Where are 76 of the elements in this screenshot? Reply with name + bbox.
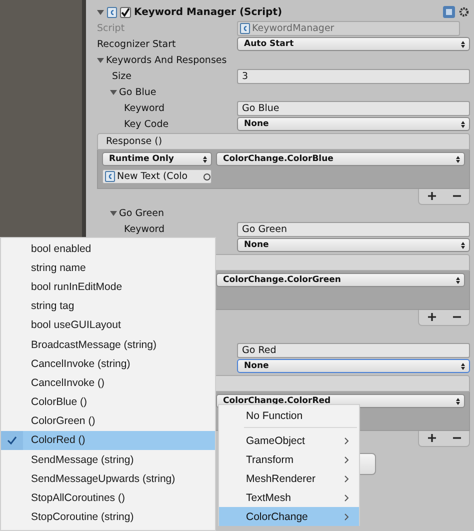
- menu-item[interactable]: CancelInvoke (string): [1, 354, 215, 374]
- chevron-right-icon: [344, 456, 349, 464]
- dropdown-arrows-icon: [461, 242, 465, 248]
- dropdown[interactable]: Auto Start: [237, 37, 470, 51]
- plus-icon: [428, 313, 436, 322]
- dropdown[interactable]: None: [237, 238, 470, 252]
- chevron-right-icon: [344, 436, 349, 444]
- function-dropdown[interactable]: ColorChange.ColorGreen: [216, 273, 465, 288]
- menu-item[interactable]: StopAllCoroutines (): [1, 488, 215, 508]
- expanded-triangle-icon[interactable]: [97, 8, 104, 16]
- field-label: Recognizer Start: [97, 38, 177, 50]
- section-label: Keywords And Responses: [106, 54, 227, 66]
- add-button[interactable]: [426, 311, 438, 324]
- text-field[interactable]: Go Green: [237, 222, 470, 236]
- field-label: Keyword: [124, 224, 166, 234]
- menu-item[interactable]: StopCoroutine (string): [1, 508, 215, 527]
- menu-item[interactable]: BroadcastMessage (string): [1, 334, 215, 354]
- entry-label: Go Blue: [119, 86, 156, 98]
- checkbox[interactable]: [120, 6, 131, 18]
- dropdown[interactable]: None: [237, 117, 470, 131]
- dropdown-arrows-icon: [456, 276, 460, 284]
- add-button[interactable]: [426, 432, 438, 444]
- expanded-triangle-icon[interactable]: [110, 210, 117, 216]
- minus-icon: [452, 316, 460, 318]
- submenu-item[interactable]: ColorChange: [219, 507, 359, 526]
- field-label: Key Code: [124, 118, 170, 130]
- menu-item[interactable]: SendMessageUpwards (string): [1, 469, 215, 488]
- plus-icon: [428, 192, 436, 200]
- menu-item[interactable]: bool enabled: [1, 239, 215, 258]
- size-field[interactable]: 3: [237, 68, 470, 84]
- submenu-item[interactable]: GameObject: [219, 431, 359, 450]
- menu-item[interactable]: ColorBlue (): [1, 392, 215, 412]
- script-icon: [107, 6, 117, 18]
- menu-item[interactable]: string tag: [1, 296, 215, 316]
- menu-item[interactable]: bool useGUILayout: [1, 316, 215, 335]
- text-field[interactable]: Go Red: [237, 342, 470, 358]
- object-field[interactable]: New Text (Colo: [102, 169, 212, 184]
- menu-item[interactable]: No Function: [219, 406, 359, 425]
- chevron-right-icon: [344, 512, 349, 520]
- dropdown-arrows-icon: [203, 156, 207, 163]
- menu-item[interactable]: bool runInEditMode: [1, 277, 215, 297]
- add-button[interactable]: [426, 190, 438, 202]
- response-label: Response (): [106, 136, 162, 148]
- submenu-item[interactable]: MeshRenderer: [219, 469, 359, 488]
- dropdown-arrows-icon: [461, 40, 465, 48]
- chevron-right-icon: [344, 494, 349, 502]
- entry-label: Go Green: [119, 208, 164, 218]
- settings-icon[interactable]: [458, 6, 470, 18]
- minus-icon: [452, 195, 460, 198]
- minus-icon: [452, 437, 460, 440]
- plus-icon: [428, 434, 436, 442]
- field-label: Size: [112, 70, 133, 82]
- dropdown-arrows-icon: [456, 156, 460, 163]
- menu-item[interactable]: CancelInvoke (): [1, 373, 215, 392]
- dropdown[interactable]: None: [237, 359, 470, 373]
- script-icon: [240, 22, 250, 34]
- expanded-triangle-icon[interactable]: [97, 56, 104, 64]
- script-icon: [105, 171, 115, 182]
- function-dropdown[interactable]: ColorChange.ColorBlue: [216, 152, 465, 166]
- field-label: Keyword: [124, 102, 166, 114]
- chevron-right-icon: [344, 474, 349, 482]
- menu-item[interactable]: string name: [1, 258, 215, 278]
- target-icon[interactable]: [203, 172, 211, 181]
- text-field[interactable]: Go Blue: [237, 100, 470, 116]
- field-label: Script: [97, 22, 126, 34]
- component-title: Keyword Manager (Script): [134, 6, 282, 18]
- dropdown-arrows-icon: [461, 120, 465, 128]
- menu-item[interactable]: ColorRed (): [1, 430, 215, 450]
- dropdown-arrows-icon: [456, 398, 460, 405]
- menu-item[interactable]: SendMessage (string): [1, 450, 215, 470]
- dropdown-arrows-icon: [461, 362, 465, 370]
- menu-item[interactable]: ColorGreen (): [1, 412, 215, 431]
- submenu-item[interactable]: TextMesh: [219, 488, 359, 507]
- runtime-dropdown[interactable]: Runtime Only: [102, 152, 212, 166]
- expanded-triangle-icon[interactable]: [110, 88, 117, 96]
- submenu-item[interactable]: Transform: [219, 450, 359, 469]
